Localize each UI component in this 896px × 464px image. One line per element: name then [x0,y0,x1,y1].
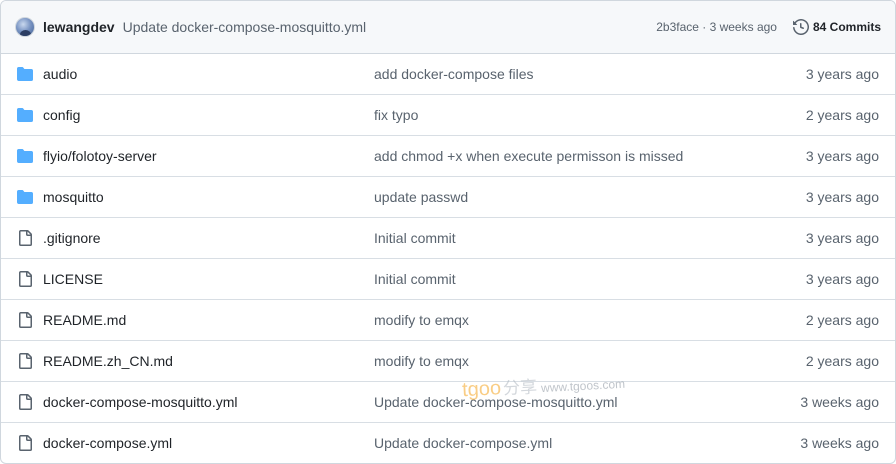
file-row[interactable]: .gitignore Initial commit 3 years ago [1,218,895,259]
file-table: lewangdev Update docker-compose-mosquitt… [0,0,896,464]
commit-age: 3 weeks ago [800,394,879,410]
commit-age: 3 years ago [805,189,879,205]
folder-icon [17,67,33,81]
commit-message-link[interactable]: Update docker-compose-mosquitto.yml [374,394,618,410]
avatar[interactable] [15,17,35,37]
file-name-link[interactable]: LICENSE [43,271,103,287]
commits-count-label: 84 Commits [812,20,881,34]
commit-age: 2 years ago [805,312,879,328]
file-icon [19,271,32,287]
commit-message-link[interactable]: update passwd [374,189,468,205]
commit-message-link[interactable]: add docker-compose files [374,66,534,82]
file-name-link[interactable]: docker-compose-mosquitto.yml [43,394,238,410]
file-name-link[interactable]: flyio/folotoy-server [43,148,157,164]
file-name-link[interactable]: audio [43,66,77,82]
commit-message-link[interactable]: Initial commit [374,230,456,246]
commit-sha-and-time[interactable]: 2b3face · 3 weeks ago [656,20,777,34]
file-row[interactable]: audio add docker-compose files 3 years ago [1,54,895,95]
commit-message-link[interactable]: Initial commit [374,271,456,287]
latest-commit-message-link[interactable]: Update docker-compose-mosquitto.yml [123,19,367,35]
folder-icon [17,190,33,204]
commit-age: 3 years ago [805,230,879,246]
file-row[interactable]: flyio/folotoy-server add chmod +x when ex… [1,136,895,177]
file-row[interactable]: LICENSE Initial commit 3 years ago [1,259,895,300]
file-icon [19,394,32,410]
latest-commit-bar: lewangdev Update docker-compose-mosquitt… [1,1,895,54]
commit-age: 3 weeks ago [800,435,879,451]
history-icon [792,19,809,35]
commit-age: 2 years ago [805,107,879,123]
file-name-link[interactable]: README.md [43,312,126,328]
file-row[interactable]: docker-compose.yml Update docker-compose.… [1,423,895,463]
commit-age: 3 years ago [805,271,879,287]
commit-message-link[interactable]: modify to emqx [374,353,469,369]
file-row[interactable]: mosquitto update passwd 3 years ago [1,177,895,218]
commits-history-link[interactable]: 84 Commits [792,19,881,35]
file-name-link[interactable]: README.zh_CN.md [43,353,173,369]
commit-message-link[interactable]: modify to emqx [374,312,469,328]
file-name-link[interactable]: mosquitto [43,189,104,205]
commit-message-link[interactable]: add chmod +x when execute permisson is m… [374,148,683,164]
commit-age: 3 years ago [805,66,879,82]
file-icon [19,230,32,246]
commit-author-link[interactable]: lewangdev [43,19,115,35]
file-name-link[interactable]: docker-compose.yml [43,435,172,451]
commit-age: 2 years ago [805,353,879,369]
file-row[interactable]: README.md modify to emqx 2 years ago [1,300,895,341]
file-icon [19,312,32,328]
file-icon [19,435,32,451]
file-row[interactable]: README.zh_CN.md modify to emqx 2 years ago [1,341,895,382]
file-row[interactable]: config fix typo 2 years ago [1,95,895,136]
file-row[interactable]: docker-compose-mosquitto.yml Update docke… [1,382,895,423]
file-name-link[interactable]: config [43,107,80,123]
file-list: audio add docker-compose files 3 years ago… [1,54,895,463]
file-icon [19,353,32,369]
folder-icon [17,149,33,163]
commit-age: 3 years ago [805,148,879,164]
commit-message-link[interactable]: Update docker-compose.yml [374,435,552,451]
file-name-link[interactable]: .gitignore [43,230,101,246]
folder-icon [17,108,33,122]
commit-message-link[interactable]: fix typo [374,107,418,123]
